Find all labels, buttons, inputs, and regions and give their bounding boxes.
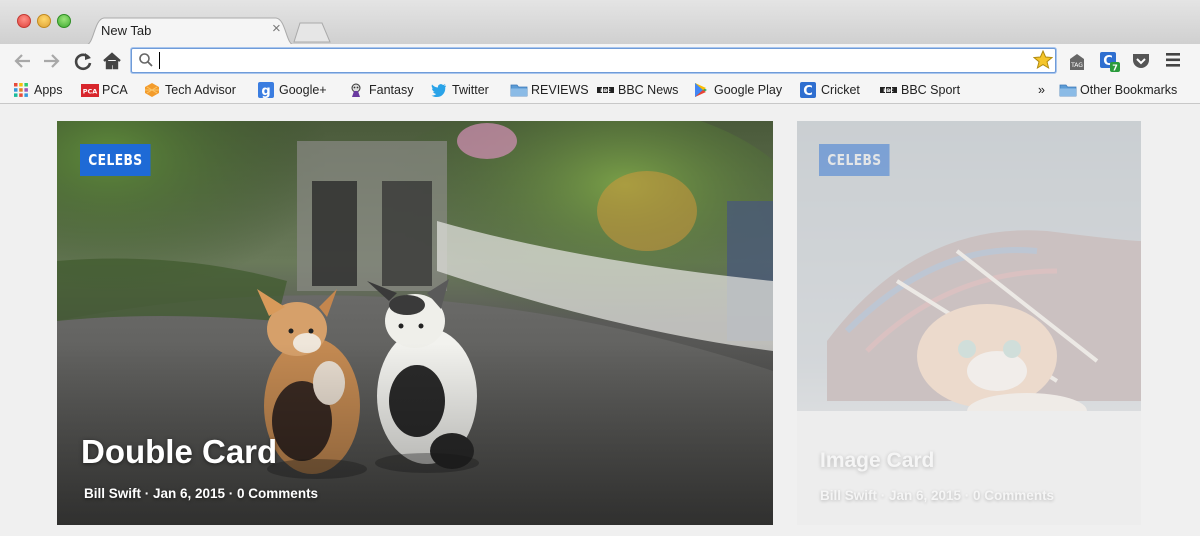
bookmark-label: REVIEWS (531, 83, 589, 97)
bookmark-label: Fantasy (369, 83, 414, 97)
text-cursor (159, 52, 160, 69)
address-bar[interactable] (131, 48, 1056, 73)
bookmark-label: Google+ (279, 83, 327, 97)
bbc-icon: BBC (880, 82, 897, 98)
tab-new-tab[interactable]: New Tab × (86, 17, 294, 45)
card-meta: Bill Swift · Jan 6, 2015 · 0 Comments (820, 488, 1055, 503)
apps-grid-icon (13, 82, 29, 98)
bookmark-label: PCA (102, 83, 128, 97)
close-window-button[interactable] (17, 14, 31, 28)
tag-extension-icon[interactable]: TAG (1067, 52, 1087, 77)
bookmark-label: Google Play (714, 83, 783, 97)
card-title[interactable]: Double Card (81, 433, 277, 471)
bookmarks-bar: Apps PCA PCA Tech Advisor g Google+ Fant… (0, 78, 1200, 104)
c-icon: C (800, 82, 816, 99)
menu-icon[interactable] (1164, 52, 1182, 73)
bookmark-label: Apps (34, 83, 63, 97)
bookmark-tech-advisor[interactable]: Tech Advisor (144, 82, 236, 99)
bookmark-pca[interactable]: PCA PCA (81, 82, 128, 99)
svg-text:BBC: BBC (600, 88, 611, 94)
google-plus-icon: g (258, 82, 274, 99)
bookmark-label: BBC Sport (901, 83, 961, 97)
tech-advisor-icon (144, 82, 160, 98)
search-icon (138, 52, 154, 73)
image-card[interactable]: CELEBS Image Card Bill Swift · Jan 6, 20… (797, 121, 1141, 525)
double-card[interactable]: CELEBS Double Card Bill Swift · Jan 6, 2… (57, 121, 773, 525)
folder-icon (1059, 82, 1077, 98)
zoom-window-button[interactable] (57, 14, 71, 28)
c-extension-icon[interactable]: C7 (1099, 52, 1121, 79)
bookmark-bbc-news[interactable]: BBC BBC News (597, 82, 678, 99)
bookmark-label: Twitter (452, 83, 489, 97)
bookmark-reviews-folder[interactable]: REVIEWS (510, 82, 589, 99)
card-meta: Bill Swift · Jan 6, 2015 · 0 Comments (84, 486, 319, 501)
minimize-window-button[interactable] (37, 14, 51, 28)
forward-arrow-icon[interactable] (40, 49, 62, 73)
bookmark-fantasy[interactable]: Fantasy (348, 82, 413, 99)
tab-strip: New Tab × (0, 0, 1200, 45)
address-input[interactable] (158, 51, 1022, 72)
google-play-icon (693, 82, 709, 98)
bookmark-cricket[interactable]: C Cricket (800, 82, 860, 99)
bookmark-label: Tech Advisor (165, 83, 236, 97)
svg-text:BBC: BBC (883, 88, 894, 94)
tab-close-icon[interactable]: × (272, 21, 281, 37)
pocket-icon[interactable] (1131, 52, 1151, 75)
bookmark-google-plus[interactable]: g Google+ (258, 82, 327, 99)
twitter-bird-icon (431, 82, 447, 98)
svg-text:TAG: TAG (1070, 62, 1083, 69)
svg-text:g: g (261, 84, 270, 98)
toolbar: TAG C7 (0, 44, 1200, 78)
new-tab-button[interactable] (292, 21, 332, 43)
bookmark-google-play[interactable]: Google Play (693, 82, 782, 99)
bookmark-apps[interactable]: Apps (13, 82, 63, 99)
svg-text:PCA: PCA (83, 88, 98, 96)
svg-text:7: 7 (1112, 64, 1118, 73)
tab-title: New Tab (101, 23, 152, 38)
category-badge[interactable]: CELEBS (80, 144, 151, 176)
reload-icon[interactable] (72, 49, 94, 73)
bookmark-bbc-sport[interactable]: BBC BBC Sport (880, 82, 960, 99)
category-badge[interactable]: CELEBS (819, 144, 890, 176)
home-icon[interactable] (101, 49, 123, 73)
fantasy-icon (348, 82, 364, 98)
bbc-icon: BBC (597, 82, 614, 98)
bookmark-twitter[interactable]: Twitter (431, 82, 489, 99)
bookmarks-overflow-button[interactable]: » (1038, 82, 1045, 99)
bookmark-other-bookmarks[interactable]: Other Bookmarks (1059, 82, 1177, 99)
bookmark-label: Cricket (821, 83, 860, 97)
folder-icon (510, 82, 528, 98)
star-icon[interactable] (1032, 49, 1054, 75)
back-arrow-icon[interactable] (12, 49, 34, 73)
svg-text:C: C (803, 84, 813, 98)
bookmark-label: Other Bookmarks (1080, 83, 1178, 97)
bookmark-label: BBC News (618, 83, 679, 97)
pca-icon: PCA (81, 82, 99, 98)
card-title[interactable]: Image Card (820, 449, 934, 473)
